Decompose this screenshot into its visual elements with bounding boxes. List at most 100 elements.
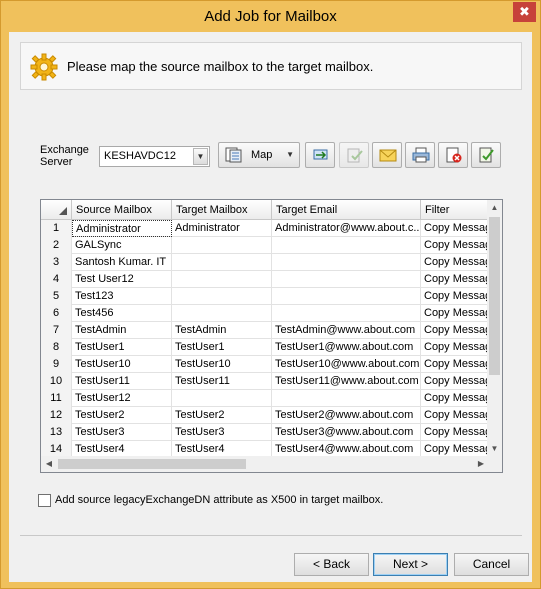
filter-cell[interactable]: Copy Messag [421,322,489,339]
target-email-cell[interactable] [272,254,421,271]
target-mailbox-cell[interactable] [172,288,272,305]
source-mailbox-cell[interactable]: Test456 [72,305,172,322]
filter-cell[interactable]: Copy Messag [421,271,489,288]
target-mailbox-cell[interactable]: Administrator [172,220,272,237]
x500-checkbox[interactable] [38,494,51,507]
table-row[interactable]: 1 Administrator Administrator Administrator… [41,220,489,237]
filter-cell[interactable]: Copy Messag [421,424,489,441]
target-mailbox-cell[interactable] [172,254,272,271]
target-email-cell[interactable]: TestAdmin@www.about.com [272,322,421,339]
target-email-cell[interactable] [272,390,421,407]
target-email-cell[interactable]: TestUser11@www.about.com [272,373,421,390]
table-row[interactable]: 2 GALSync Copy Messag [41,237,489,254]
next-button[interactable]: Next > [373,553,448,576]
table-row[interactable]: 11 TestUser12 Copy Messag [41,390,489,407]
column-header-email[interactable]: Target Email [272,200,421,220]
verify-button[interactable] [471,142,501,168]
target-mailbox-cell[interactable]: TestUser10 [172,356,272,373]
row-number[interactable]: 5 [41,288,72,305]
source-mailbox-cell[interactable]: Test User12 [72,271,172,288]
table-row[interactable]: 8 TestUser1 TestUser1 TestUser1@www.about.c… [41,339,489,356]
target-mailbox-cell[interactable] [172,237,272,254]
source-mailbox-cell[interactable]: TestUser3 [72,424,172,441]
filter-cell[interactable]: Copy Messag [421,305,489,322]
target-mailbox-cell[interactable]: TestUser1 [172,339,272,356]
row-number[interactable]: 13 [41,424,72,441]
source-mailbox-cell[interactable]: TestUser12 [72,390,172,407]
row-number[interactable]: 4 [41,271,72,288]
email-button[interactable] [372,142,402,168]
source-mailbox-cell[interactable]: TestUser2 [72,407,172,424]
cancel-button[interactable]: Cancel [454,553,529,576]
filter-cell[interactable]: Copy Messag [421,373,489,390]
horizontal-scrollbar[interactable]: ◀ ▶ [41,456,489,472]
target-mailbox-cell[interactable] [172,305,272,322]
target-email-cell[interactable] [272,305,421,322]
mapping-grid[interactable]: Source Mailbox Target Mailbox Target Ema… [40,199,503,473]
print-button[interactable] [405,142,435,168]
table-row[interactable]: 4 Test User12 Copy Messag [41,271,489,288]
target-mailbox-cell[interactable] [172,271,272,288]
column-header-target[interactable]: Target Mailbox [172,200,272,220]
server-dropdown[interactable]: KESHAVDC12 ▼ [99,146,210,167]
table-row[interactable]: 6 Test456 Copy Messag [41,305,489,322]
row-number[interactable]: 9 [41,356,72,373]
table-row[interactable]: 7 TestAdmin TestAdmin TestAdmin@www.about.c… [41,322,489,339]
table-row[interactable]: 3 Santosh Kumar. IT Copy Messag [41,254,489,271]
filter-cell[interactable]: Copy Messag [421,237,489,254]
title-bar[interactable]: Add Job for Mailbox ✖ [1,1,540,32]
target-mailbox-cell[interactable]: TestUser11 [172,373,272,390]
table-row[interactable]: 13 TestUser3 TestUser3 TestUser3@www.about.… [41,424,489,441]
row-number[interactable]: 2 [41,237,72,254]
source-mailbox-cell[interactable]: Administrator [72,220,172,237]
close-button[interactable]: ✖ [513,2,536,22]
row-number[interactable]: 11 [41,390,72,407]
row-number[interactable]: 1 [41,220,72,237]
column-header-filter[interactable]: Filter [421,200,491,220]
row-number[interactable]: 8 [41,339,72,356]
filter-cell[interactable]: Copy Messag [421,390,489,407]
filter-cell[interactable]: Copy Messag [421,288,489,305]
delete-button[interactable] [438,142,468,168]
table-row[interactable]: 9 TestUser10 TestUser10 TestUser10@www.abou… [41,356,489,373]
source-mailbox-cell[interactable]: Santosh Kumar. IT [72,254,172,271]
column-header-source[interactable]: Source Mailbox [72,200,172,220]
source-mailbox-cell[interactable]: Test123 [72,288,172,305]
map-button[interactable]: Map ▼ [218,142,300,168]
table-row[interactable]: 12 TestUser2 TestUser2 TestUser2@www.about.… [41,407,489,424]
horizontal-scroll-thumb[interactable] [58,459,246,469]
vertical-scroll-thumb[interactable] [489,217,500,375]
row-number[interactable]: 10 [41,373,72,390]
target-email-cell[interactable]: TestUser1@www.about.com [272,339,421,356]
filter-cell[interactable]: Copy Messag [421,254,489,271]
target-mailbox-cell[interactable]: TestUser2 [172,407,272,424]
row-number[interactable]: 7 [41,322,72,339]
filter-cell[interactable]: Copy Messag [421,339,489,356]
target-mailbox-cell[interactable]: TestUser3 [172,424,272,441]
target-email-cell[interactable] [272,237,421,254]
target-email-cell[interactable] [272,288,421,305]
disabled-check-button[interactable] [339,142,369,168]
filter-cell[interactable]: Copy Messag [421,407,489,424]
row-number[interactable]: 6 [41,305,72,322]
source-mailbox-cell[interactable]: TestUser11 [72,373,172,390]
chevron-down-icon[interactable]: ▼ [193,148,208,165]
filter-cell[interactable]: Copy Messag [421,220,489,237]
scroll-left-icon[interactable]: ◀ [41,456,57,472]
scroll-down-icon[interactable]: ▼ [487,441,502,457]
table-row[interactable]: 5 Test123 Copy Messag [41,288,489,305]
row-number[interactable]: 12 [41,407,72,424]
source-mailbox-cell[interactable]: TestUser10 [72,356,172,373]
filter-cell[interactable]: Copy Messag [421,356,489,373]
target-email-cell[interactable]: TestUser3@www.about.com [272,424,421,441]
back-button[interactable]: < Back [294,553,369,576]
select-all-corner[interactable] [41,200,72,220]
vertical-scrollbar[interactable]: ▲ ▼ [487,200,502,457]
target-email-cell[interactable]: TestUser2@www.about.com [272,407,421,424]
target-mailbox-cell[interactable]: TestAdmin [172,322,272,339]
table-row[interactable]: 10 TestUser11 TestUser11 TestUser11@www.abo… [41,373,489,390]
target-email-cell[interactable] [272,271,421,288]
connect-button[interactable] [305,142,335,168]
target-email-cell[interactable]: Administrator@www.about.c... [272,220,421,237]
scroll-up-icon[interactable]: ▲ [487,200,502,216]
